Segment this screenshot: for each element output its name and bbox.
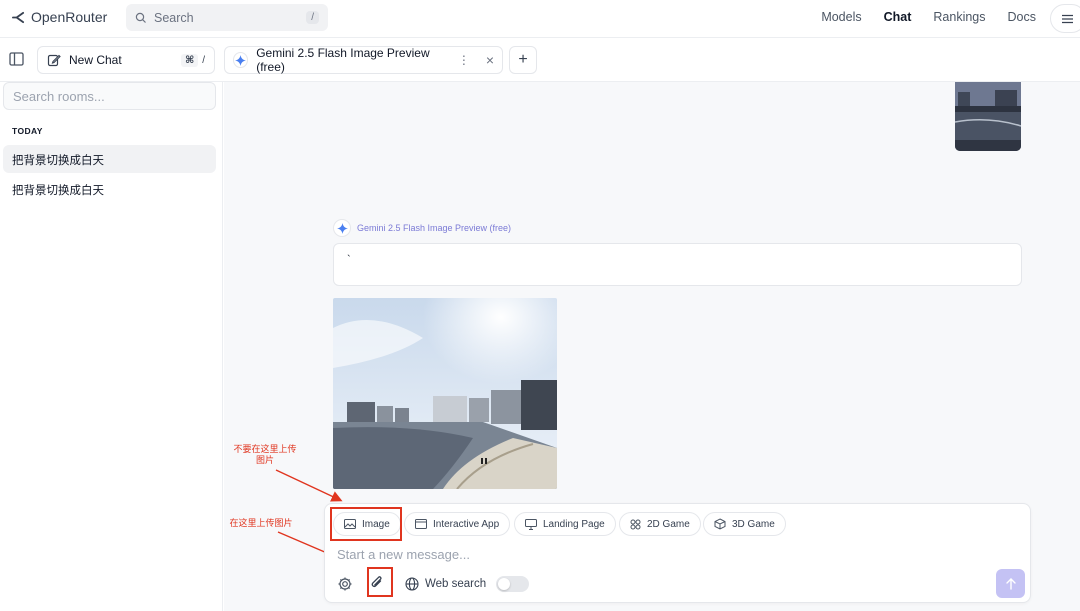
settings-icon[interactable]: [337, 576, 353, 592]
top-navbar: OpenRouter Search / Models Chat Rankings…: [0, 0, 1080, 38]
gemini-star-icon: [233, 52, 249, 68]
chip-2d-game-label: 2D Game: [647, 518, 690, 530]
send-button[interactable]: [996, 569, 1025, 598]
room-item[interactable]: 把背景切换成白天: [3, 175, 216, 203]
assistant-message: `: [333, 243, 1022, 286]
more-options-icon[interactable]: ⋮: [458, 53, 470, 67]
room-item[interactable]: 把背景切换成白天: [3, 145, 216, 173]
nav-rankings[interactable]: Rankings: [933, 10, 985, 24]
chat-tabbar: New Chat ⌘ / Gemini 2.5 Flash Image Prev…: [0, 38, 1080, 82]
web-search-switch[interactable]: [496, 576, 530, 592]
openrouter-logo-icon: [12, 11, 25, 23]
chip-landing-page[interactable]: Landing Page: [514, 512, 616, 536]
add-tab-button[interactable]: +: [509, 46, 537, 74]
chip-interactive-app-label: Interactive App: [433, 518, 500, 530]
highlight-image-chip: [330, 507, 402, 541]
new-chat-button[interactable]: New Chat ⌘ /: [37, 46, 215, 74]
assistant-header: Gemini 2.5 Flash Image Preview (free): [333, 219, 511, 237]
hamburger-icon: [1062, 14, 1073, 23]
chip-landing-page-label: Landing Page: [543, 518, 605, 530]
section-today: TODAY: [12, 126, 43, 136]
globe-icon: [405, 577, 419, 591]
search-shortcut: /: [306, 11, 319, 24]
nav-docs[interactable]: Docs: [1008, 10, 1036, 24]
app-name: OpenRouter: [31, 9, 108, 25]
nav-models[interactable]: Models: [821, 10, 861, 24]
generated-image[interactable]: [333, 298, 557, 489]
chip-3d-game[interactable]: 3D Game: [703, 512, 786, 536]
nav-chat[interactable]: Chat: [884, 10, 912, 24]
model-tab[interactable]: Gemini 2.5 Flash Image Preview (free) ⋮ …: [224, 46, 503, 74]
message-input[interactable]: Start a new message...: [337, 547, 470, 562]
web-search-toggle[interactable]: Web search: [405, 576, 530, 592]
main-nav: Models Chat Rankings Docs: [821, 10, 1036, 24]
chip-interactive-app[interactable]: Interactive App: [404, 512, 511, 536]
window-icon: [415, 519, 427, 529]
new-chat-label: New Chat: [69, 53, 122, 67]
search-rooms-input[interactable]: Search rooms...: [3, 82, 216, 110]
user-uploaded-image[interactable]: [955, 82, 1021, 151]
edit-icon: [47, 54, 61, 67]
annotation-upload-here: 在这里上传图片: [229, 518, 293, 528]
sidebar-toggle-icon[interactable]: [8, 50, 26, 68]
sidebar: Search rooms... TODAY 把背景切换成白天 把背景切换成白天: [0, 82, 223, 611]
web-search-label: Web search: [425, 578, 487, 590]
slash-key: /: [202, 54, 205, 66]
model-tab-label: Gemini 2.5 Flash Image Preview (free): [256, 46, 430, 74]
command-key: ⌘: [180, 53, 199, 67]
message-composer: Image Interactive App Landing Page 2D Ga…: [324, 503, 1031, 603]
menu-button[interactable]: [1050, 4, 1080, 33]
arrow-up-icon: [1005, 577, 1016, 590]
chip-2d-game[interactable]: 2D Game: [619, 512, 701, 536]
global-search[interactable]: Search /: [126, 4, 328, 31]
cube-icon: [714, 518, 726, 530]
highlight-attach-button: [367, 567, 393, 597]
monitor-icon: [525, 518, 537, 530]
logo[interactable]: OpenRouter: [12, 9, 107, 25]
grid-icon: [630, 519, 641, 529]
gemini-avatar-icon: [333, 219, 351, 237]
new-chat-shortcut: ⌘ /: [180, 53, 205, 67]
annotation-dont-upload: 不要在这里上传图片: [233, 444, 297, 465]
search-icon: [135, 12, 146, 23]
search-placeholder: Search: [154, 10, 194, 25]
assistant-model-name[interactable]: Gemini 2.5 Flash Image Preview (free): [357, 223, 511, 233]
chip-3d-game-label: 3D Game: [732, 518, 775, 530]
close-tab-icon[interactable]: ×: [486, 52, 494, 68]
